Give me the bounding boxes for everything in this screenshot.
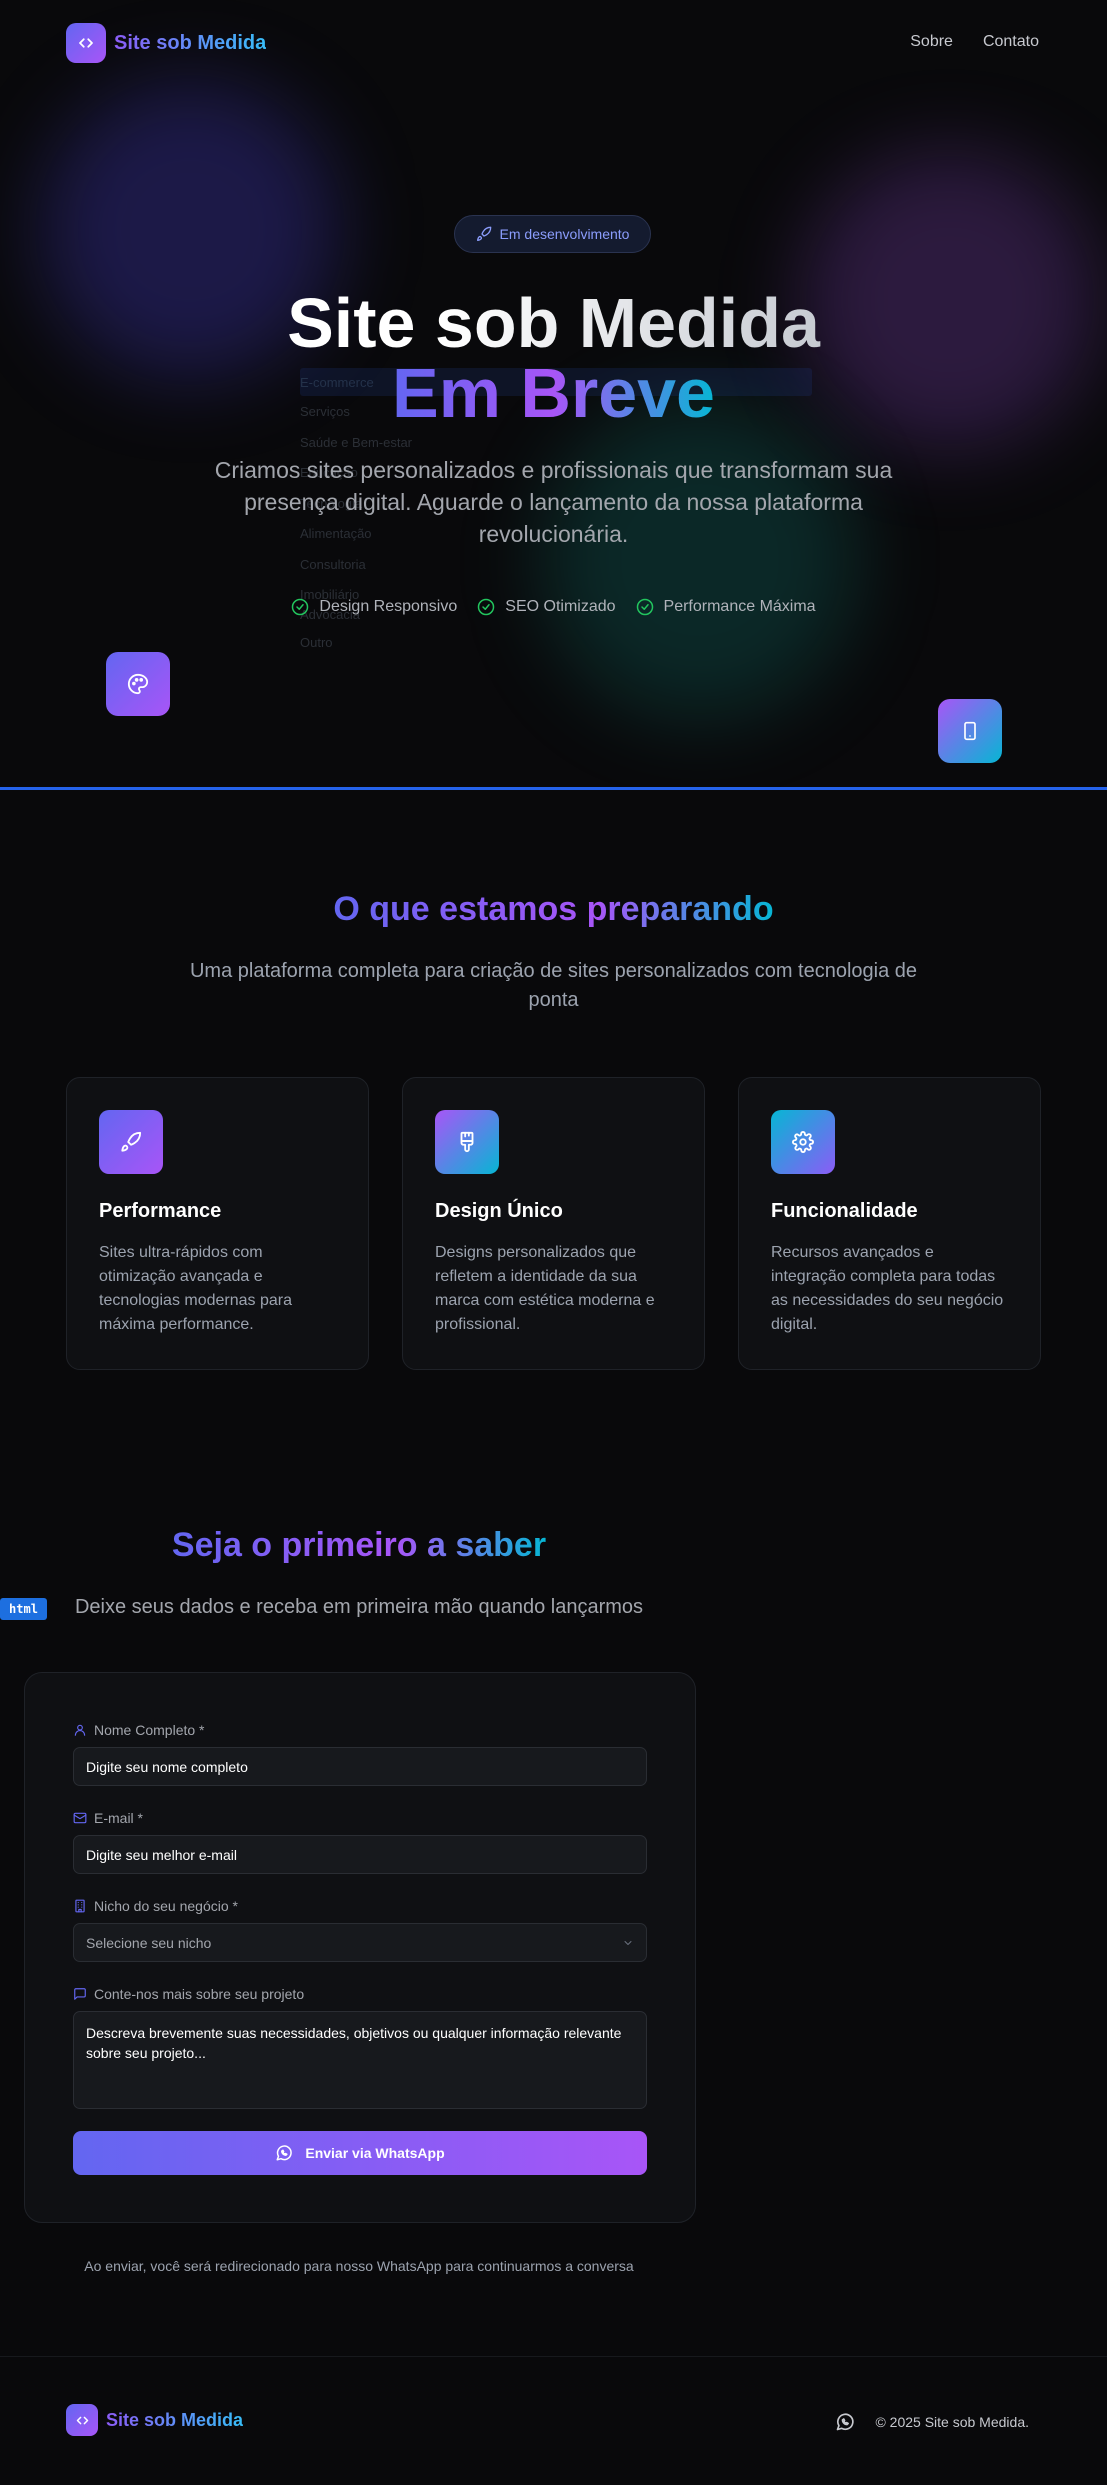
card-text: Recursos avançados e integração completa… bbox=[771, 1244, 1004, 1333]
ghost-option: Imobiliário bbox=[300, 587, 360, 602]
preparing-description: Uma plataforma completa para criação de … bbox=[189, 960, 918, 1011]
nav-link-sobre[interactable]: Sobre bbox=[910, 33, 953, 51]
name-label: Nome Completo * bbox=[73, 1721, 647, 1739]
card-title: Funcionalidade bbox=[771, 1200, 918, 1222]
email-label-text: E-mail * bbox=[94, 1810, 144, 1826]
rocket-icon bbox=[121, 1131, 142, 1152]
signup-description: Deixe seus dados e receba em primeira mã… bbox=[74, 1596, 644, 1618]
project-label: Conte-nos mais sobre seu projeto bbox=[73, 1985, 647, 2003]
card-text: Sites ultra-rápidos com otimização avanç… bbox=[99, 1244, 293, 1333]
code-icon-badge bbox=[66, 2404, 98, 2436]
rocket-icon bbox=[476, 226, 491, 241]
section-divider bbox=[0, 787, 1115, 790]
palette-button[interactable] bbox=[106, 652, 170, 716]
project-label-text: Conte-nos mais sobre seu projeto bbox=[94, 1986, 305, 2002]
feature-card: Design Único Designs personalizados que … bbox=[402, 1077, 705, 1370]
user-icon bbox=[74, 1724, 86, 1736]
feature-label: Performance Máxima bbox=[663, 598, 816, 615]
code-icon bbox=[76, 2416, 88, 2424]
chevron-down-icon bbox=[624, 1940, 632, 1945]
hero-section: E-commerce Serviços Saúde e Bem-estar Ed… bbox=[0, 0, 1107, 790]
feature-card: Performance Sites ultra-rápidos com otim… bbox=[66, 1077, 369, 1370]
check-circle-icon bbox=[478, 598, 495, 616]
palette-icon bbox=[127, 673, 149, 695]
email-input[interactable]: Digite seu melhor e-mail bbox=[73, 1835, 647, 1874]
feature-label: Design Responsivo bbox=[319, 598, 458, 615]
footer-logo-text: Site sob Medida bbox=[106, 2409, 244, 2430]
whatsapp-icon[interactable] bbox=[835, 2412, 855, 2432]
check-circle-icon bbox=[292, 598, 309, 616]
feature-list: Design Responsivo SEO Otimizado Performa… bbox=[0, 598, 1107, 616]
whatsapp-icon bbox=[276, 2145, 293, 2161]
niche-select[interactable]: Selecione seu nicho bbox=[73, 1923, 647, 1962]
scrollbar-track[interactable] bbox=[1107, 0, 1115, 2485]
card-icon-badge bbox=[771, 1110, 835, 1174]
mail-icon bbox=[73, 1812, 87, 1824]
hero-title: Site sob Medida bbox=[0, 283, 1107, 363]
feature-item: Design Responsivo bbox=[291, 598, 457, 616]
niche-label-text: Nicho do seu negócio * bbox=[94, 1898, 238, 1914]
gear-icon bbox=[792, 1131, 814, 1153]
ghost-option: Outro bbox=[300, 635, 333, 650]
logo-text: Site sob Medida bbox=[114, 31, 267, 54]
card-text: Designs personalizados que refletem a id… bbox=[435, 1244, 655, 1333]
building-icon bbox=[75, 1899, 85, 1913]
top-nav: Sobre Contato bbox=[910, 33, 1039, 51]
preparing-title: O que estamos preparando bbox=[0, 890, 1107, 929]
feature-item: Performance Máxima bbox=[636, 598, 816, 616]
check-circle-icon bbox=[636, 598, 653, 616]
code-icon bbox=[79, 38, 93, 48]
card-title: Design Único bbox=[435, 1200, 563, 1222]
preparing-title-text: O que estamos preparando bbox=[333, 890, 774, 928]
name-label-text: Nome Completo * bbox=[94, 1722, 205, 1738]
status-badge: Em desenvolvimento bbox=[454, 215, 651, 253]
site-footer: Site sob Medida © 2025 Site sob Medida. bbox=[0, 2356, 1107, 2485]
whatsapp-submit-button[interactable]: Enviar via WhatsApp bbox=[73, 2131, 647, 2175]
niche-field-group: Nicho do seu negócio * Selecione seu nic… bbox=[73, 1897, 647, 1962]
paintbrush-icon bbox=[460, 1131, 474, 1153]
niche-select-value: Selecione seu nicho bbox=[86, 1934, 212, 1951]
niche-label: Nicho do seu negócio * bbox=[73, 1897, 647, 1915]
hero-description: Criamos sites personalizados e profissio… bbox=[214, 457, 893, 547]
feature-item: SEO Otimizado bbox=[477, 598, 616, 616]
badge-label: Em desenvolvimento bbox=[499, 226, 630, 242]
email-field-group: E-mail * Digite seu melhor e-mail bbox=[73, 1809, 647, 1874]
feature-label: SEO Otimizado bbox=[505, 598, 616, 615]
hero-subtitle: Em Breve bbox=[0, 353, 1107, 433]
card-icon-badge bbox=[435, 1110, 499, 1174]
name-field-group: Nome Completo * Digite seu nome completo bbox=[73, 1721, 647, 1786]
signup-title-text: Seja o primeiro a saber bbox=[171, 1526, 547, 1564]
project-textarea[interactable]: Descreva brevemente suas necessidades, o… bbox=[73, 2011, 647, 2109]
page: E-commerce Serviços Saúde e Bem-estar Ed… bbox=[0, 0, 1115, 2485]
main-column: E-commerce Serviços Saúde e Bem-estar Ed… bbox=[0, 0, 1115, 2485]
site-header: Site sob Medida Sobre Contato bbox=[0, 0, 1107, 86]
submit-label: Enviar via WhatsApp bbox=[305, 2145, 445, 2161]
card-icon-badge bbox=[99, 1110, 163, 1174]
project-field-group: Conte-nos mais sobre seu projeto Descrev… bbox=[73, 1985, 647, 2109]
copyright: © 2025 Site sob Medida. bbox=[875, 2414, 1029, 2430]
code-icon-badge bbox=[66, 23, 106, 63]
signup-form: Nome Completo * Digite seu nome completo… bbox=[24, 1672, 696, 2223]
ghost-option: Consultoria bbox=[300, 556, 366, 572]
smartphone-icon bbox=[964, 721, 976, 741]
logo[interactable]: Site sob Medida bbox=[66, 23, 266, 63]
footer-logo[interactable]: Site sob Medida bbox=[66, 2404, 243, 2436]
html-tag-badge: html bbox=[0, 1598, 47, 1620]
signup-title: Seja o primeiro a saber bbox=[0, 1526, 718, 1565]
card-title: Performance bbox=[99, 1200, 222, 1222]
feature-card: Funcionalidade Recursos avançados e inte… bbox=[738, 1077, 1041, 1370]
nav-link-contato[interactable]: Contato bbox=[983, 33, 1039, 51]
message-square-icon bbox=[74, 1988, 86, 2000]
feature-cards: Performance Sites ultra-rápidos com otim… bbox=[66, 1077, 1041, 1370]
mobile-button[interactable] bbox=[938, 699, 1002, 763]
name-input[interactable]: Digite seu nome completo bbox=[73, 1747, 647, 1786]
hero-subtitle-text: Em Breve bbox=[392, 354, 715, 432]
email-label: E-mail * bbox=[73, 1809, 647, 1827]
form-note: Ao enviar, você será redirecionado para … bbox=[84, 2258, 634, 2274]
footer-right: © 2025 Site sob Medida. bbox=[835, 2412, 1029, 2432]
